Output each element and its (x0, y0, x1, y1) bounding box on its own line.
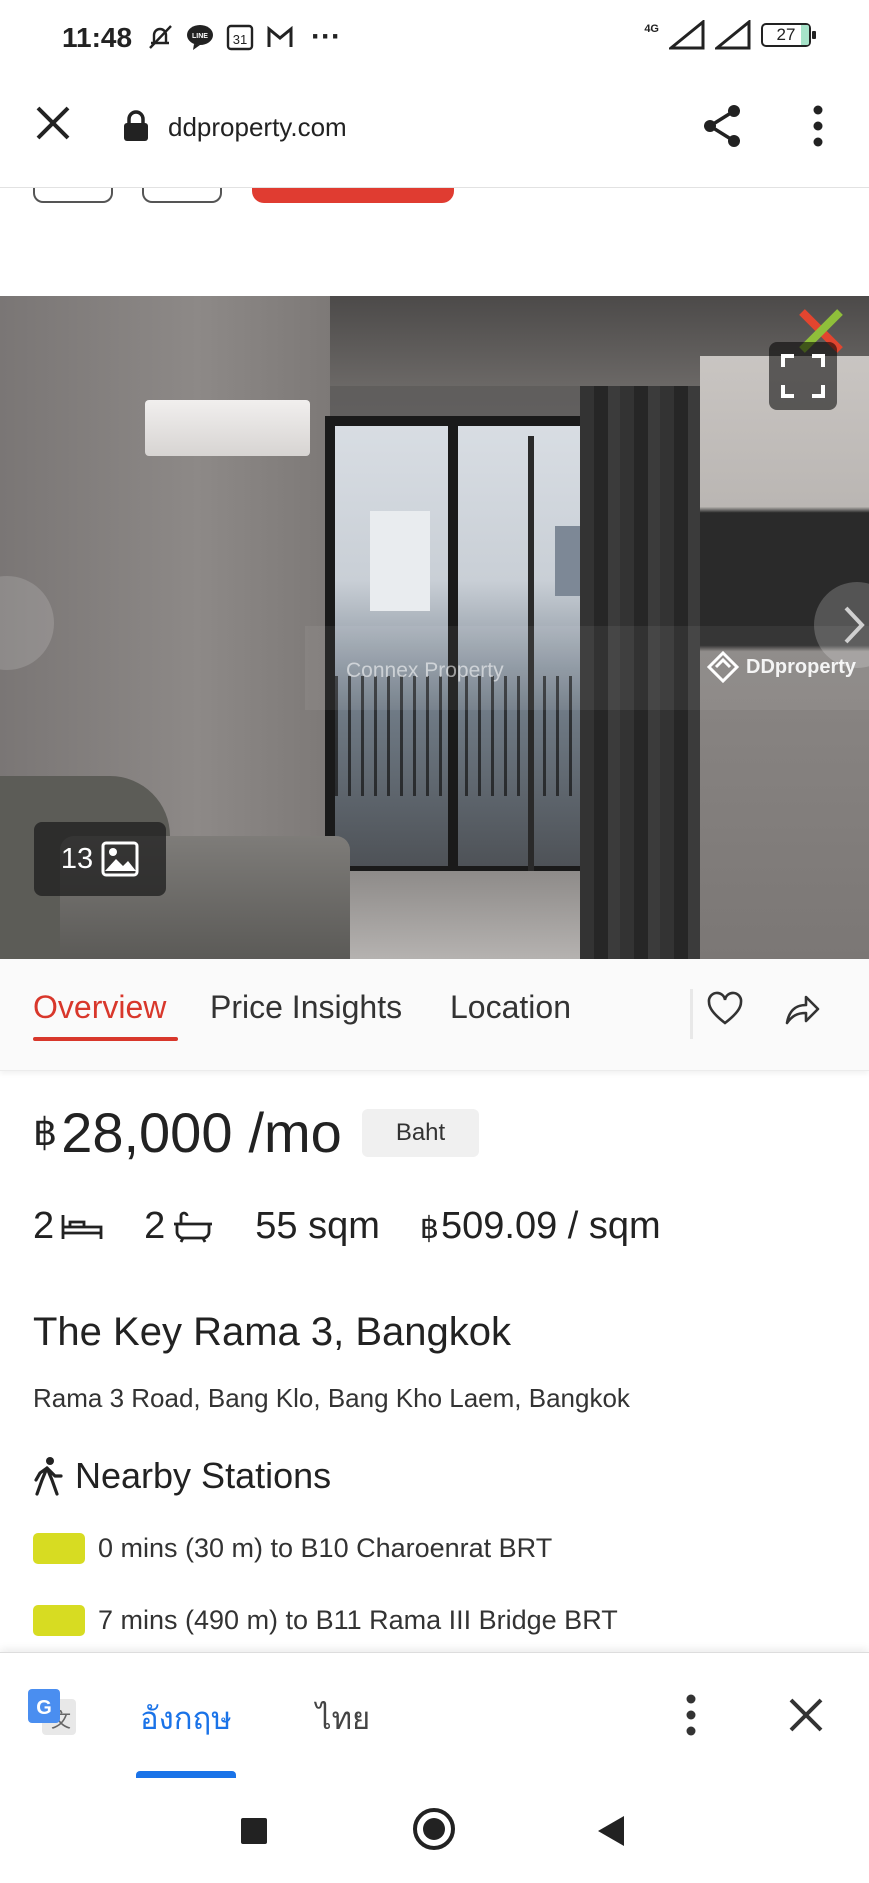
url-field[interactable]: ddproperty.com (168, 112, 347, 143)
network-type: 4G (644, 23, 659, 35)
photo-building-2 (555, 526, 580, 596)
share-arrow-icon[interactable] (783, 989, 821, 1029)
tab-active-indicator (33, 1037, 178, 1041)
station-item[interactable]: 7 mins (490 m) to B11 Rama III Bridge BR… (33, 1605, 618, 1636)
price-currency-symbol: ฿ (33, 1112, 58, 1154)
tab-overview[interactable]: Overview (33, 989, 166, 1026)
close-translate-icon[interactable] (786, 1695, 826, 1735)
listing-title: The Key Rama 3, Bangkok (33, 1310, 512, 1354)
specs-row: 2 2 55 sqm ฿ 509.09 / sqm (33, 1205, 661, 1248)
calendar-icon: 31 (226, 24, 254, 51)
source-language-tab[interactable]: อังกฤษ (140, 1693, 232, 1743)
translate-bar: 文G อังกฤษ ไทย (0, 1652, 869, 1779)
brt-line-badge (33, 1533, 85, 1564)
bath-icon (174, 1211, 213, 1243)
mute-icon (149, 25, 172, 49)
browser-toolbar: ddproperty.com (0, 80, 869, 188)
bed-icon (61, 1214, 103, 1239)
header-primary-button[interactable] (252, 188, 454, 203)
nearby-stations-title: Nearby Stations (75, 1455, 332, 1496)
price-row: ฿ 28,000 /mo Baht (33, 1100, 480, 1165)
system-icons: 4G 27 (644, 20, 816, 50)
translate-menu-icon[interactable] (676, 1691, 706, 1739)
price-per-sqm-symbol: ฿ (419, 1212, 439, 1245)
signal-icon (669, 20, 705, 50)
home-button[interactable] (413, 1808, 455, 1850)
listing-photo[interactable]: Connex Property DDproperty 13 (0, 296, 869, 959)
listing-address: Rama 3 Road, Bang Klo, Bang Kho Laem, Ba… (33, 1383, 630, 1413)
station-text: 7 mins (490 m) to B11 Rama III Bridge BR… (98, 1605, 618, 1635)
brt-line-badge (33, 1605, 85, 1636)
svg-text:LINE: LINE (192, 33, 208, 40)
back-icon[interactable] (596, 1814, 626, 1848)
photo-building (370, 511, 430, 611)
header-actions-cropped (0, 188, 869, 296)
ddproperty-logo-icon (706, 650, 740, 684)
gmail-icon (267, 25, 293, 47)
image-icon (101, 841, 139, 877)
line-icon: LINE (187, 25, 213, 50)
header-button-2[interactable] (142, 188, 222, 203)
more-icon: ··· (311, 20, 341, 53)
close-icon[interactable] (32, 102, 74, 144)
google-translate-icon[interactable]: 文G (28, 1689, 78, 1741)
chevron-right-icon (844, 606, 865, 644)
menu-icon[interactable] (806, 102, 830, 150)
fullscreen-button[interactable] (769, 342, 837, 410)
bathrooms: 2 (144, 1205, 215, 1248)
status-time: 11:48 (62, 22, 133, 53)
svg-text:31: 31 (233, 32, 247, 47)
signal-icon-2 (715, 20, 751, 50)
notification-icons: LINE 31 ··· (145, 20, 341, 54)
share-icon[interactable] (698, 102, 746, 150)
price-per-sqm: ฿ 509.09 / sqm (420, 1205, 661, 1248)
header-button-1[interactable] (33, 188, 113, 203)
watermark-connex: Connex Property (346, 659, 504, 682)
station-item[interactable]: 0 mins (30 m) to B10 Charoenrat BRT (33, 1533, 552, 1564)
photo-count-button[interactable]: 13 (34, 822, 166, 896)
battery-icon: 27 (761, 23, 816, 47)
floor-area: 55 sqm (255, 1205, 380, 1247)
lock-icon (124, 110, 148, 141)
currency-toggle[interactable]: Baht (361, 1108, 480, 1157)
status-bar: 11:48 LINE 31 ··· 4G 27 (0, 0, 869, 80)
walking-icon (34, 1457, 63, 1496)
recents-button[interactable] (241, 1818, 267, 1844)
system-nav-bar (0, 1778, 869, 1883)
photo-count: 13 (60, 842, 94, 875)
tab-price-insights[interactable]: Price Insights (210, 989, 402, 1026)
price-unit: /mo (248, 1101, 342, 1164)
nearby-stations-heading: Nearby Stations (33, 1455, 331, 1497)
listing-tabs: Overview Price Insights Location (0, 959, 869, 1071)
bedrooms: 2 (33, 1205, 104, 1248)
bedroom-count: 2 (33, 1205, 55, 1247)
fullscreen-icon (781, 354, 825, 398)
price-per-sqm-value: 509.09 / sqm (441, 1205, 661, 1247)
heart-icon[interactable] (706, 989, 744, 1029)
target-language-tab[interactable]: ไทย (316, 1693, 370, 1743)
price-value: 28,000 (61, 1101, 233, 1164)
bathroom-count: 2 (144, 1205, 166, 1247)
tabs-divider (690, 989, 693, 1039)
photo-air-conditioner (145, 400, 310, 456)
station-text: 0 mins (30 m) to B10 Charoenrat BRT (98, 1533, 553, 1563)
svg-text:G: G (36, 1697, 52, 1719)
tab-location[interactable]: Location (450, 989, 571, 1026)
